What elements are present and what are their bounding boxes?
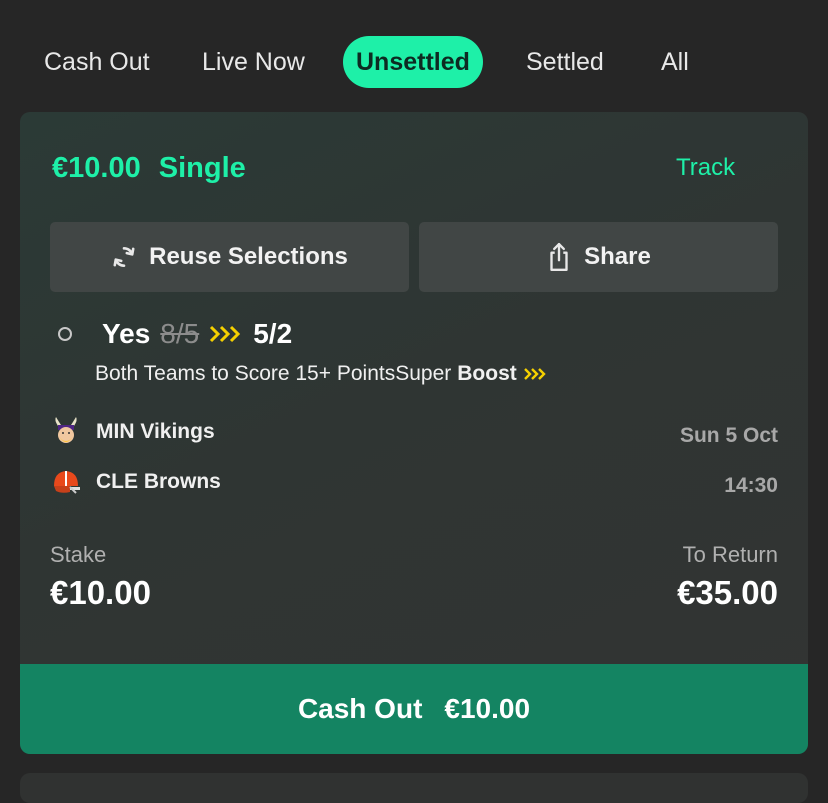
bet-type: Single [158, 152, 246, 184]
reuse-selections-button[interactable]: Reuse Selections [50, 222, 409, 292]
bet-card: €10.00 Single Track Reuse Selections Sha… [20, 112, 808, 754]
share-label: Share [584, 243, 651, 270]
browns-logo-icon [54, 471, 80, 494]
team-home-name: MIN Vikings [96, 420, 215, 443]
refresh-icon [113, 247, 135, 267]
event-time: 14:30 [724, 474, 778, 497]
team-home: MIN Vikings [50, 414, 215, 450]
to-return-label: To Return [682, 542, 778, 567]
cash-out-value: €10.00 [444, 693, 531, 724]
boost-arrows-icon [210, 325, 241, 343]
vikings-logo-icon [55, 417, 77, 443]
stake-label: Stake [50, 542, 107, 567]
bet-filter-tabs: Cash Out Live Now Unsettled Settled All [0, 36, 828, 88]
share-button[interactable]: Share [419, 222, 778, 292]
boost-arrows-icon [523, 368, 546, 380]
team-away: CLE Browns [50, 464, 221, 500]
selection-row: Yes 8/5 5/2 [50, 312, 292, 356]
reuse-selections-label: Reuse Selections [149, 243, 348, 270]
to-return-value: €35.00 [677, 574, 778, 611]
new-odds: 5/2 [253, 318, 293, 349]
track-link[interactable]: Track [676, 154, 735, 182]
tab-cash-out[interactable]: Cash Out [44, 36, 150, 88]
bet-title: €10.00 Single [52, 152, 246, 185]
selection-status-icon [58, 327, 72, 341]
boost-label: Boost [457, 362, 517, 385]
tab-settled[interactable]: Settled [526, 36, 604, 88]
tab-all[interactable]: All [661, 36, 689, 88]
event-date: Sun 5 Oct [679, 424, 778, 447]
cash-out-label: Cash Out [297, 693, 423, 724]
share-icon [550, 242, 568, 272]
tab-live-now[interactable]: Live Now [202, 36, 305, 88]
market-name: Both Teams to Score 15+ PointsSuper [95, 362, 452, 385]
old-odds: 8/5 [160, 318, 200, 349]
next-bet-card [20, 773, 808, 803]
market-description: Both Teams to Score 15+ PointsSuper Boos… [95, 362, 547, 386]
tab-unsettled[interactable]: Unsettled [343, 36, 483, 88]
selection-name: Yes [102, 318, 151, 349]
cash-out-button[interactable]: Cash Out €10.00 [20, 664, 808, 754]
bet-amount: €10.00 [52, 152, 141, 184]
stake-value: €10.00 [50, 574, 151, 611]
team-away-name: CLE Browns [96, 470, 221, 493]
